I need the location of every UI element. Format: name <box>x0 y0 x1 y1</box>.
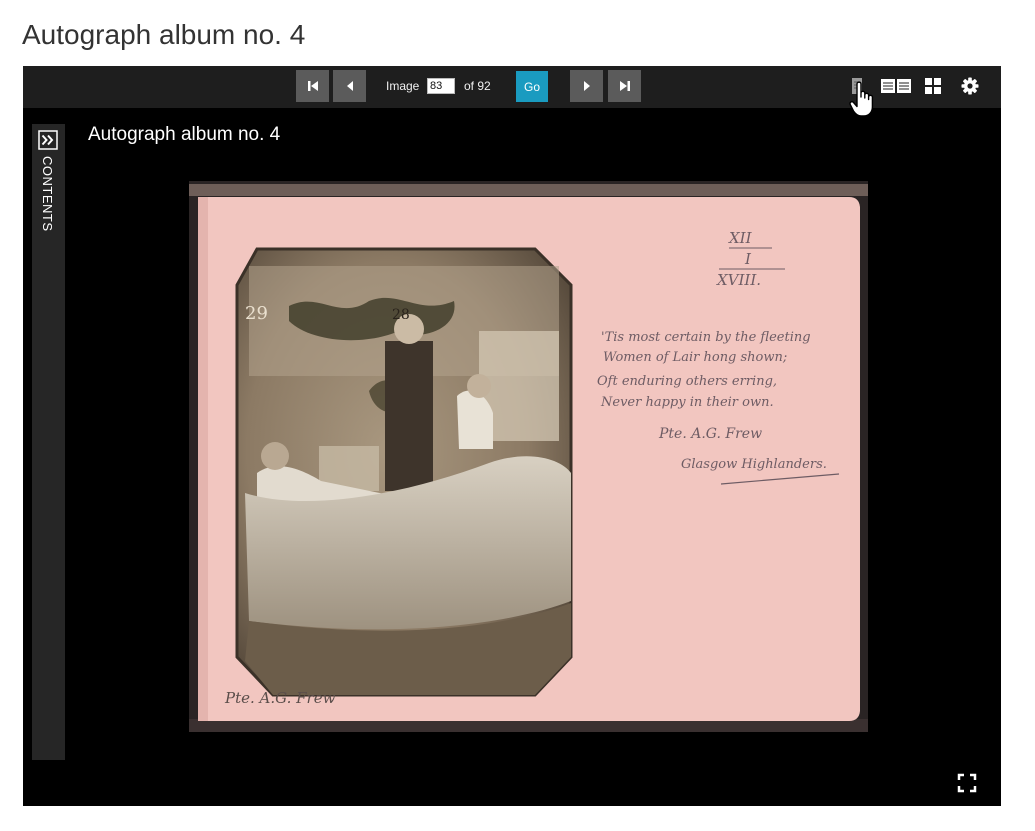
page-title: Autograph album no. 4 <box>22 19 306 50</box>
go-button[interactable]: Go <box>516 71 548 102</box>
image-label: Image <box>386 79 420 93</box>
verse-line-3: Oft enduring others erring, <box>597 374 777 389</box>
photo-number-29: 29 <box>245 303 268 324</box>
contents-sidebar: CONTENTS <box>32 124 65 760</box>
viewer-title: Autograph album no. 4 <box>88 124 281 145</box>
image-viewer: Image of 92 Go <box>23 66 1001 806</box>
first-page-button[interactable] <box>296 70 329 102</box>
roman-numeral-xviii: XVIII. <box>716 271 761 289</box>
album-page-image[interactable]: 29 28 XII I XVIII. 'Tis most certain by … <box>189 181 868 732</box>
roman-numeral-i: I <box>744 250 752 268</box>
fullscreen-icon <box>957 773 977 793</box>
sepia-photograph: 29 28 <box>235 247 573 697</box>
hand-cursor-icon <box>849 81 874 117</box>
verse-line-2: Women of Lair hong shown; <box>603 350 787 365</box>
photo-number-28: 28 <box>392 307 410 323</box>
two-page-view-icon <box>881 79 911 93</box>
gallery-view-button[interactable] <box>923 76 943 96</box>
settings-button[interactable] <box>960 76 980 96</box>
fullscreen-button[interactable] <box>956 772 978 794</box>
photo-signature: Pte. A.G. Frew <box>224 689 336 707</box>
first-page-icon <box>307 81 318 91</box>
verse-line-1: 'Tis most certain by the fleeting <box>601 330 811 345</box>
last-page-icon <box>619 81 630 91</box>
gallery-view-icon <box>925 78 941 94</box>
contents-label: CONTENTS <box>40 156 55 232</box>
roman-numeral-xii: XII <box>728 229 753 247</box>
last-page-button[interactable] <box>608 70 641 102</box>
next-page-button[interactable] <box>570 70 603 102</box>
signature-regiment: Glasgow Highlanders. <box>681 457 827 472</box>
next-page-icon <box>583 81 590 91</box>
settings-gear-icon <box>961 77 979 95</box>
previous-page-button[interactable] <box>333 70 366 102</box>
signature-name: Pte. A.G. Frew <box>658 426 762 442</box>
two-page-view-button[interactable] <box>880 76 912 96</box>
contents-toggle-button[interactable] <box>38 130 58 150</box>
image-number-input[interactable] <box>427 78 455 94</box>
previous-page-icon <box>346 81 353 91</box>
expand-chevrons-icon <box>38 130 58 150</box>
image-total-label: of 92 <box>464 79 491 93</box>
verse-line-4: Never happy in their own. <box>600 395 774 410</box>
